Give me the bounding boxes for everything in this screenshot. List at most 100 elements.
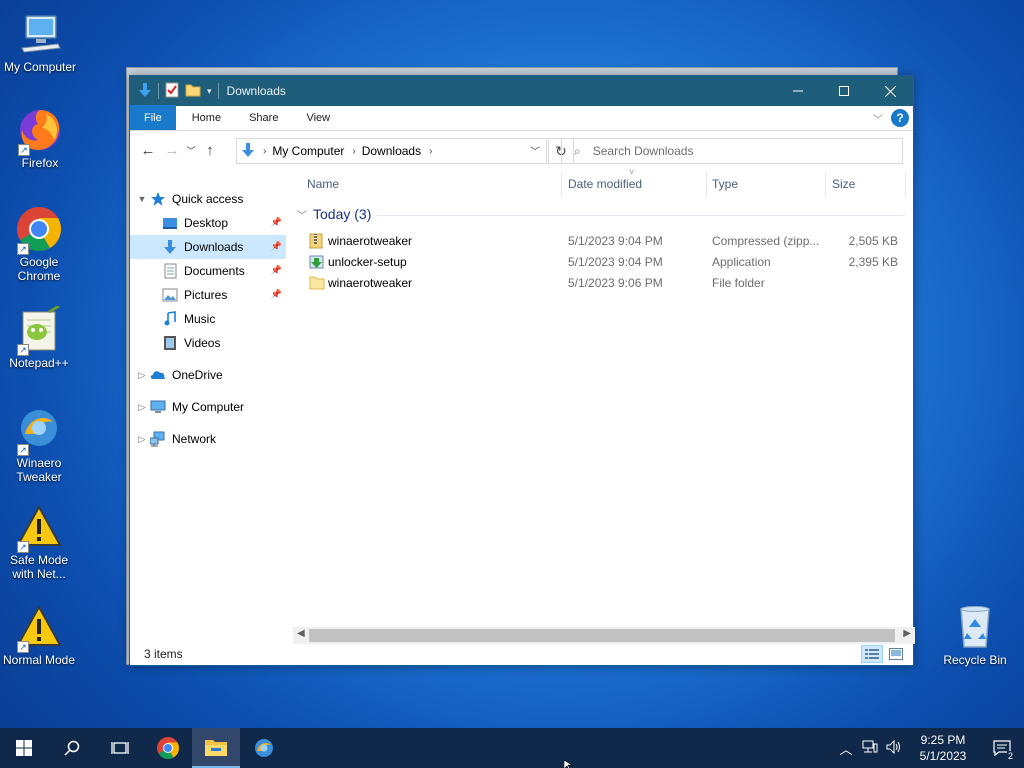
tab-share[interactable]: Share xyxy=(235,105,292,130)
help-icon[interactable]: ? xyxy=(891,109,909,127)
desktop-icon-google-chrome[interactable]: ↗ Google Chrome xyxy=(0,205,79,283)
nav-music[interactable]: Music xyxy=(130,307,286,331)
nav-documents[interactable]: Documents 📌 xyxy=(130,259,286,283)
table-row[interactable]: winaerotweaker 5/1/2023 9:06 PM File fol… xyxy=(307,273,907,293)
customize-toolbar-chevron-icon[interactable]: ▾ xyxy=(207,86,212,97)
column-header-size[interactable]: Size xyxy=(832,169,855,199)
downloads-arrow-icon xyxy=(241,142,255,161)
collapse-chevron-icon[interactable]: ▼ xyxy=(134,194,150,204)
recent-locations-chevron-icon[interactable]: ﹀ xyxy=(184,138,198,162)
nav-desktop[interactable]: Desktop 📌 xyxy=(130,211,286,235)
scroll-right-icon[interactable]: ▶ xyxy=(903,628,911,639)
breadcrumb-downloads[interactable]: Downloads xyxy=(362,144,421,158)
window-title: Downloads xyxy=(226,84,286,98)
desktop-icon-recycle-bin[interactable]: Recycle Bin xyxy=(935,603,1015,667)
column-header-date-modified[interactable]: Date modified xyxy=(568,169,642,199)
nav-label: Videos xyxy=(184,336,221,350)
item-count: 3 items xyxy=(144,647,183,661)
tab-file[interactable]: File xyxy=(130,105,176,130)
taskbar-winaero-tweaker[interactable] xyxy=(240,728,288,768)
volume-icon[interactable] xyxy=(882,739,906,757)
horizontal-scrollbar[interactable]: ◀ ▶ xyxy=(293,627,915,644)
nav-onedrive[interactable]: ▷ OneDrive xyxy=(134,363,284,387)
clock-date: 5/1/2023 xyxy=(919,749,967,763)
column-header-name[interactable]: Name xyxy=(307,169,339,199)
warning-icon: ↗ xyxy=(15,603,63,653)
nav-label: Music xyxy=(184,312,216,326)
pin-icon[interactable]: 📌 xyxy=(271,217,282,228)
file-type: Compressed (zipp... xyxy=(712,234,820,248)
file-name: unlocker-setup xyxy=(328,255,407,269)
action-center-button[interactable]: 2 xyxy=(980,728,1024,768)
nav-videos[interactable]: Videos xyxy=(130,331,286,355)
search-icon: ⌕ xyxy=(574,143,581,158)
breadcrumb-my-computer[interactable]: My Computer xyxy=(272,144,344,158)
breadcrumb-separator-icon[interactable]: › xyxy=(352,146,355,157)
breadcrumb-separator-icon[interactable]: › xyxy=(429,146,432,157)
desktop-icon-my-computer[interactable]: My Computer xyxy=(0,10,80,74)
desktop-icon-safe-mode[interactable]: ↗ Safe Mode with Net... xyxy=(0,503,79,581)
videos-icon xyxy=(162,335,178,351)
start-button[interactable] xyxy=(0,728,48,768)
recycle-bin-icon xyxy=(951,603,999,651)
minimize-button[interactable] xyxy=(775,76,821,106)
expand-chevron-icon[interactable]: ▷ xyxy=(134,402,150,413)
desktop-icon-winaero-tweaker[interactable]: ↗ Winaero Tweaker xyxy=(0,406,79,484)
back-button[interactable]: ← xyxy=(136,138,160,162)
clock[interactable]: 9:25 PM 5/1/2023 xyxy=(906,732,980,764)
shortcut-arrow-icon: ↗ xyxy=(17,344,29,356)
large-icons-view-button[interactable] xyxy=(885,645,907,663)
network-status-icon[interactable] xyxy=(858,740,882,757)
scrollbar-thumb[interactable] xyxy=(309,629,895,642)
tab-home[interactable]: Home xyxy=(176,105,235,130)
address-history-chevron-icon[interactable]: ﹀ xyxy=(530,143,540,158)
search-button[interactable] xyxy=(48,728,96,768)
new-folder-icon[interactable] xyxy=(185,82,201,101)
search-input[interactable]: ⌕ Search Downloads xyxy=(561,138,903,164)
desktop-icon-label: My Computer xyxy=(3,60,77,74)
table-row[interactable]: unlocker-setup 5/1/2023 9:04 PM Applicat… xyxy=(307,252,907,272)
address-bar[interactable]: › My Computer › Downloads › ﹀ xyxy=(236,138,547,164)
group-header-today[interactable]: ﹀ Today (3) xyxy=(297,206,371,222)
desktop-icon-label: Notepad++ xyxy=(9,356,69,370)
pin-icon[interactable]: 📌 xyxy=(271,265,282,276)
nav-pictures[interactable]: Pictures 📌 xyxy=(130,283,286,307)
desktop-folder-icon xyxy=(162,215,178,231)
column-divider xyxy=(905,173,906,197)
tab-view[interactable]: View xyxy=(292,105,344,130)
up-button[interactable]: ↑ xyxy=(198,138,222,162)
expand-ribbon-chevron-icon[interactable]: ﹀ xyxy=(873,111,883,126)
expand-chevron-icon[interactable]: ▷ xyxy=(134,434,150,445)
table-row[interactable]: winaerotweaker 5/1/2023 9:04 PM Compress… xyxy=(307,231,907,251)
forward-button[interactable]: → xyxy=(160,138,184,162)
desktop-icon-label: Firefox xyxy=(21,156,59,170)
column-header-type[interactable]: Type xyxy=(712,169,738,199)
maximize-button[interactable] xyxy=(821,76,867,106)
desktop-icon-notepad-plus[interactable]: ↗ Notepad++ xyxy=(0,304,79,370)
task-view-button[interactable] xyxy=(96,728,144,768)
scroll-left-icon[interactable]: ◀ xyxy=(297,628,305,639)
pin-icon[interactable]: 📌 xyxy=(271,241,282,252)
nav-label: My Computer xyxy=(172,400,245,414)
show-hidden-icons-chevron-icon[interactable]: ︿ xyxy=(834,739,858,758)
details-view-button[interactable] xyxy=(861,645,883,663)
taskbar-chrome[interactable] xyxy=(144,728,192,768)
desktop-icon-firefox[interactable]: ↗ Firefox xyxy=(0,106,80,170)
nav-network[interactable]: ▷ Network xyxy=(134,427,284,451)
system-tray: ︿ 9:25 PM 5/1/2023 2 xyxy=(834,728,1024,768)
breadcrumb-separator-icon[interactable]: › xyxy=(263,146,266,157)
taskbar: ︿ 9:25 PM 5/1/2023 2 xyxy=(0,728,1024,768)
expand-chevron-icon[interactable]: ▷ xyxy=(134,370,150,381)
taskbar-file-explorer[interactable] xyxy=(192,728,240,768)
nav-my-computer[interactable]: ▷ My Computer xyxy=(134,395,284,419)
title-bar[interactable]: ▾ Downloads xyxy=(130,76,913,106)
nav-quick-access[interactable]: ▼ Quick access xyxy=(134,187,284,211)
file-list: Name ˅ Date modified Type Size ﹀ Today (… xyxy=(293,167,915,636)
collapse-group-chevron-icon[interactable]: ﹀ xyxy=(297,207,307,222)
pin-icon[interactable]: 📌 xyxy=(271,289,282,300)
desktop-icon-label: Google Chrome xyxy=(17,255,61,283)
properties-icon[interactable] xyxy=(165,82,179,101)
close-button[interactable] xyxy=(867,76,913,106)
nav-downloads[interactable]: Downloads 📌 xyxy=(130,235,286,259)
desktop-icon-normal-mode[interactable]: ↗ Normal Mode xyxy=(0,603,79,667)
